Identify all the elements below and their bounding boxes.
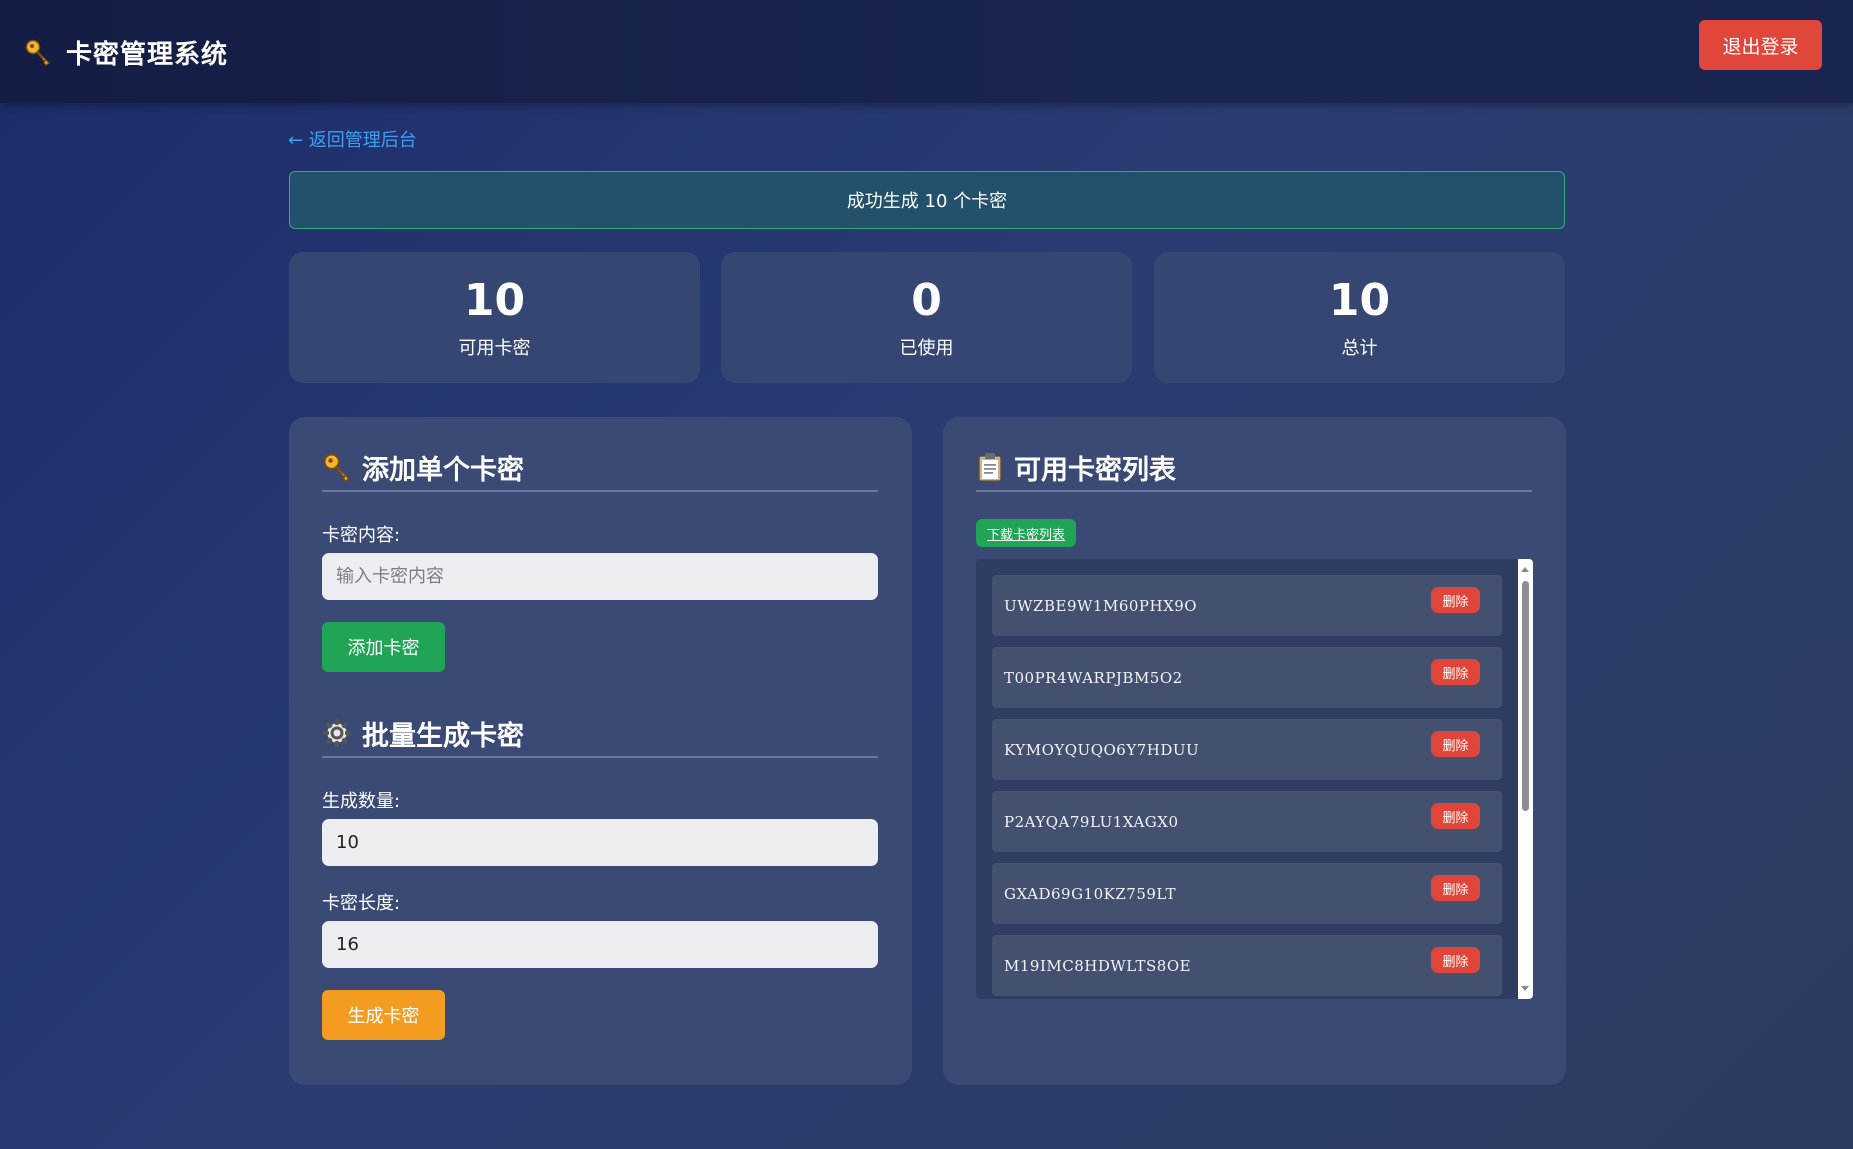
logout-button[interactable]: 退出登录 [1699,20,1822,70]
stat-value: 10 [1328,274,1391,326]
success-alert: 成功生成 10 个卡密 [289,171,1565,229]
add-card-button[interactable]: 添加卡密 [322,622,445,672]
gear-icon [322,718,352,748]
brand: 卡密管理系统 [24,34,228,70]
list-item: GXAD69G10KZ759LT 删除 [992,863,1502,924]
list-item: UWZBE9W1M60PHX9O 删除 [992,575,1502,636]
list-scrollbar[interactable] [1518,559,1533,999]
card-list-panel: 可用卡密列表 下载卡密列表 UWZBE9W1M60PHX9O 删除 T00PR4… [943,417,1566,1085]
card-list[interactable]: UWZBE9W1M60PHX9O 删除 T00PR4WARPJBM5O2 删除 … [976,559,1533,999]
list-item: P2AYQA79LU1XAGX0 删除 [992,791,1502,852]
delete-button[interactable]: 删除 [1431,875,1480,901]
heading-text: 添加单个卡密 [362,454,524,486]
alert-message: 成功生成 10 个卡密 [846,191,1008,212]
scroll-up-icon[interactable] [1521,567,1529,572]
delete-button[interactable]: 删除 [1431,947,1480,973]
stat-value: 0 [911,274,942,326]
card-content-label: 卡密内容: [322,525,401,546]
stat-total: 10 总计 [1154,252,1565,383]
stat-used: 0 已使用 [721,252,1132,383]
back-to-admin-link[interactable]: ← 返回管理后台 [288,126,417,152]
delete-button[interactable]: 删除 [1431,731,1480,757]
list-item: M19IMC8HDWLTS8OE 删除 [992,935,1502,996]
scroll-down-icon[interactable] [1521,986,1529,991]
heading-text: 批量生成卡密 [362,720,524,752]
delete-button[interactable]: 删除 [1431,803,1480,829]
key-icon [24,38,52,66]
card-code: KYMOYQUQO6Y7HDUU [1004,741,1200,759]
card-length-input[interactable] [322,921,878,968]
generate-count-label: 生成数量: [322,791,401,812]
top-bar: 卡密管理系统 退出登录 [0,0,1853,103]
generate-cards-button[interactable]: 生成卡密 [322,990,445,1040]
generate-count-input[interactable] [322,819,878,866]
list-item: T00PR4WARPJBM5O2 删除 [992,647,1502,708]
scroll-thumb[interactable] [1522,581,1529,811]
card-code: GXAD69G10KZ759LT [1004,885,1177,903]
card-length-label: 卡密长度: [322,893,401,914]
stat-available: 10 可用卡密 [289,252,700,383]
card-code: P2AYQA79LU1XAGX0 [1004,813,1179,831]
card-code: T00PR4WARPJBM5O2 [1004,669,1183,687]
list-item: KYMOYQUQO6Y7HDUU 删除 [992,719,1502,780]
stat-label: 总计 [1341,337,1378,359]
delete-button[interactable]: 删除 [1431,587,1480,613]
delete-button[interactable]: 删除 [1431,659,1480,685]
card-list-items: UWZBE9W1M60PHX9O 删除 T00PR4WARPJBM5O2 删除 … [992,575,1502,999]
download-list-button[interactable]: 下载卡密列表 [976,519,1077,547]
card-code: M19IMC8HDWLTS8OE [1004,957,1192,975]
card-list-heading: 可用卡密列表 [976,448,1532,492]
stat-label: 已使用 [899,337,954,359]
heading-text: 可用卡密列表 [1014,454,1176,486]
stat-value: 10 [463,274,526,326]
card-code: UWZBE9W1M60PHX9O [1004,597,1198,615]
key-icon [322,452,352,482]
card-content-input[interactable] [322,553,878,600]
stat-label: 可用卡密 [458,337,531,359]
card-form-panel: 添加单个卡密 卡密内容: 添加卡密 [289,417,912,1085]
clipboard-icon [976,452,1004,482]
add-single-heading: 添加单个卡密 [322,448,878,492]
batch-generate-heading: 批量生成卡密 [322,714,878,758]
app-title: 卡密管理系统 [66,39,229,70]
